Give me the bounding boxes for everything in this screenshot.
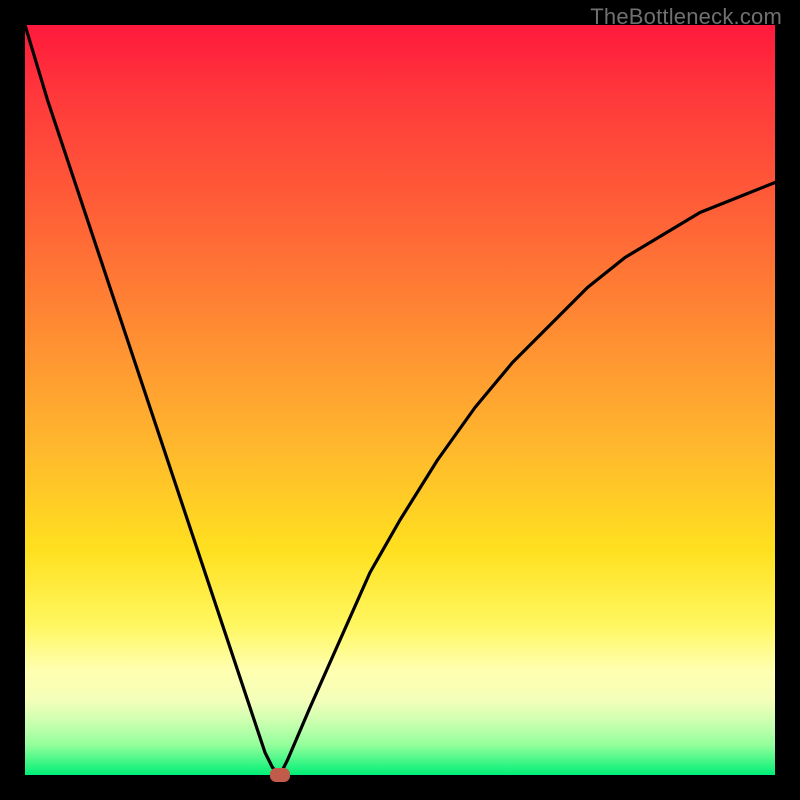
watermark-text: TheBottleneck.com	[590, 4, 782, 30]
optimal-point-marker	[270, 768, 290, 782]
chart-container: TheBottleneck.com	[0, 0, 800, 800]
bottleneck-curve-path	[25, 25, 775, 775]
plot-area	[25, 25, 775, 775]
bottleneck-curve-svg	[25, 25, 775, 775]
